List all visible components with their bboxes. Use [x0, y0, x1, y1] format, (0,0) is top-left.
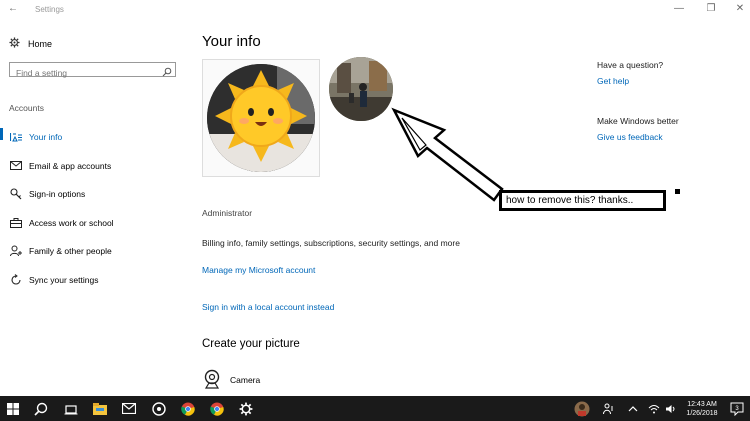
main-content: Your info Administrator Billing info, fa… [202, 20, 750, 395]
start-button[interactable] [4, 400, 22, 417]
person-list-icon [10, 131, 22, 143]
search-field[interactable] [9, 62, 176, 79]
taskbar-clock[interactable]: 12:43 AM 1/26/2018 [680, 400, 724, 418]
window-title: Settings [35, 5, 64, 14]
user-avatar-icon[interactable] [573, 400, 591, 417]
action-center-icon[interactable]: 3 [728, 400, 746, 417]
task-view-icon[interactable] [62, 400, 80, 417]
section-label: Accounts [9, 103, 44, 113]
volume-icon[interactable] [662, 400, 680, 417]
sidebar-item-label: Access work or school [29, 217, 114, 228]
sun-avatar-image [207, 64, 315, 172]
wifi-icon[interactable] [645, 400, 663, 417]
back-arrow-icon[interactable]: ← [6, 3, 20, 14]
key-icon [10, 188, 22, 200]
taskbar: 12:43 AM 1/26/2018 3 [0, 396, 750, 421]
accounts-nav: Your info Email & app accounts Sign-in o… [0, 123, 190, 294]
annotation-dot [675, 189, 680, 194]
sync-icon [10, 273, 22, 286]
maximize-button[interactable]: ❐ [704, 3, 718, 14]
sidebar-item-family-other-people[interactable]: Family & other people [0, 237, 190, 266]
sidebar-item-label: Family & other people [29, 246, 112, 257]
camera-option[interactable]: Camera [202, 369, 260, 391]
search-input[interactable] [10, 67, 156, 79]
search-icon[interactable] [162, 64, 172, 82]
account-role: Administrator [202, 208, 253, 218]
gear-icon [9, 37, 20, 50]
groove-music-icon[interactable] [150, 400, 168, 417]
account-picture-large [202, 59, 320, 177]
create-picture-heading: Create your picture [202, 338, 300, 350]
sidebar-item-access-work-school[interactable]: Access work or school [0, 209, 190, 238]
annotation-arrow [391, 107, 504, 202]
clock-date: 1/26/2018 [686, 410, 718, 417]
question-heading: Have a question? [597, 60, 664, 70]
title-bar: ← Settings — ❐ ✕ [0, 0, 750, 20]
sidebar: Home Accounts Your info Email & app acco… [0, 20, 190, 395]
home-nav[interactable]: Home [9, 37, 52, 50]
manage-account-link[interactable]: Manage my Microsoft account [202, 265, 315, 275]
clock-time: 12:43 AM [687, 401, 717, 408]
sidebar-item-your-info[interactable]: Your info [0, 123, 190, 152]
briefcase-icon [10, 217, 22, 229]
settings-taskbar-icon[interactable] [237, 400, 255, 417]
home-label: Home [28, 38, 53, 49]
sidebar-item-sync-settings[interactable]: Sync your settings [0, 266, 190, 295]
search-taskbar-icon[interactable] [32, 400, 50, 417]
feedback-heading: Make Windows better [597, 116, 679, 126]
annotation-callout: how to remove this? thanks.. [499, 190, 666, 211]
local-account-link[interactable]: Sign in with a local account instead [202, 302, 334, 312]
webcam-icon [202, 369, 222, 391]
mail-app-icon[interactable] [120, 400, 138, 417]
people-add-icon [10, 245, 22, 257]
camera-label: Camera [230, 375, 261, 385]
file-explorer-icon[interactable] [91, 400, 109, 417]
sidebar-item-sign-in-options[interactable]: Sign-in options [0, 180, 190, 209]
sidebar-item-label: Sync your settings [29, 274, 99, 285]
get-help-link[interactable]: Get help [597, 76, 629, 86]
sidebar-item-label: Your info [29, 132, 63, 143]
sidebar-item-email-app-accounts[interactable]: Email & app accounts [0, 152, 190, 181]
sidebar-item-label: Sign-in options [29, 189, 86, 200]
give-feedback-link[interactable]: Give us feedback [597, 132, 663, 142]
svg-text:3: 3 [735, 406, 739, 412]
close-button[interactable]: ✕ [733, 3, 747, 14]
chevron-up-icon[interactable] [624, 400, 642, 417]
chrome-icon[interactable] [179, 400, 197, 417]
billing-description: Billing info, family settings, subscript… [202, 238, 460, 248]
page-title: Your info [202, 33, 261, 50]
minimize-button[interactable]: — [672, 3, 686, 14]
people-icon[interactable] [600, 400, 618, 417]
sidebar-item-label: Email & app accounts [29, 160, 112, 171]
chrome-icon[interactable] [208, 400, 226, 417]
mail-icon [10, 160, 22, 172]
